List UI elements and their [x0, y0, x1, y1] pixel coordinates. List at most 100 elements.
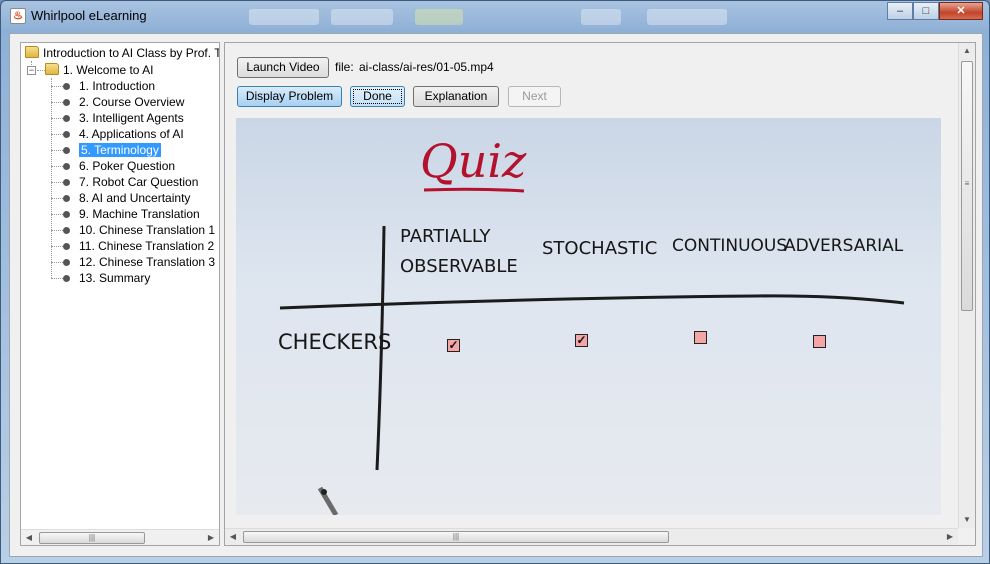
tree-item[interactable]: 11. Chinese Translation 2 — [63, 238, 214, 254]
lesson-content-panel: Launch Video file: ai-class/ai-res/01-05… — [224, 42, 976, 546]
tree-item[interactable]: 12. Chinese Translation 3 — [63, 254, 215, 270]
column-header-continuous: CONTINUOUS — [672, 236, 788, 256]
window-controls: – □ ✕ — [887, 2, 983, 20]
tree-root-node[interactable]: Introduction to AI Class by Prof. Thru — [25, 46, 220, 60]
lesson-tree: Introduction to AI Class by Prof. Thru −… — [20, 42, 220, 546]
leaf-bullet-icon — [63, 115, 70, 122]
leaf-bullet-icon — [63, 259, 70, 266]
tree-item[interactable]: 9. Machine Translation — [63, 206, 200, 222]
tree-connector — [51, 150, 63, 151]
close-button[interactable]: ✕ — [939, 2, 983, 20]
tree-connector — [51, 246, 63, 247]
tree-item[interactable]: 1. Introduction — [63, 78, 155, 94]
tree-connector — [51, 166, 63, 167]
launch-video-button[interactable]: Launch Video — [237, 57, 329, 78]
leaf-bullet-icon — [63, 195, 70, 202]
tree-item[interactable]: 10. Chinese Translation 1 — [63, 222, 215, 238]
scroll-up-arrow-icon[interactable]: ▲ — [959, 43, 975, 59]
whiteboard-drawing — [279, 187, 905, 515]
tree-item-label: 7. Robot Car Question — [79, 175, 199, 189]
tree-item-label: 11. Chinese Translation 2 — [79, 239, 215, 253]
scroll-right-arrow-icon[interactable]: ▶ — [942, 529, 958, 545]
scroll-left-arrow-icon[interactable]: ◀ — [21, 530, 37, 545]
window-title: Whirlpool eLearning — [31, 8, 147, 23]
content-vertical-scrollbar[interactable]: ▲ ≡ ▼ — [958, 43, 975, 528]
maximize-button[interactable]: □ — [913, 2, 939, 20]
tree-item[interactable]: 5. Terminology — [63, 142, 161, 158]
horizontal-scroll-thumb[interactable]: ||| — [243, 531, 669, 543]
tree-connector — [51, 262, 63, 263]
quiz-answer-checkbox[interactable]: ✓ — [575, 334, 588, 347]
tree-connector — [51, 86, 63, 87]
leaf-bullet-icon — [63, 99, 70, 106]
leaf-bullet-icon — [63, 83, 70, 90]
tree-item[interactable]: 4. Applications of AI — [63, 126, 184, 142]
tree-item-label: 5. Terminology — [79, 143, 161, 157]
scroll-down-arrow-icon[interactable]: ▼ — [959, 512, 975, 528]
blurred-taskbar-shape — [647, 9, 727, 25]
leaf-bullet-icon — [63, 227, 70, 234]
file-path: ai-class/ai-res/01-05.mp4 — [359, 60, 494, 74]
tree-connector — [51, 214, 63, 215]
tree-connector — [51, 78, 52, 278]
tree-item[interactable]: 7. Robot Car Question — [63, 174, 198, 190]
collapse-toggle-icon[interactable]: − — [27, 66, 36, 75]
video-frame[interactable]: Quiz PARTIALLY OBSERVABLE STOCHASTIC CON… — [236, 118, 941, 515]
tree-item-label: 1. Introduction — [79, 79, 156, 93]
blurred-taskbar-shape — [331, 9, 393, 25]
java-app-icon[interactable]: ♨ — [10, 8, 26, 24]
title-bar[interactable]: ♨ Whirlpool eLearning – □ ✕ — [1, 1, 989, 33]
tree-horizontal-scrollbar[interactable]: ◀ ||| ▶ — [21, 529, 219, 545]
tree-item-label: 8. AI and Uncertainty — [79, 191, 191, 205]
app-window: ♨ Whirlpool eLearning – □ ✕ Introduction… — [0, 0, 990, 564]
tree-connector — [51, 230, 63, 231]
checkmark-icon: ✓ — [576, 333, 587, 347]
tree-item-label: 4. Applications of AI — [79, 127, 184, 141]
tree-item-label: 2. Course Overview — [79, 95, 185, 109]
quiz-answer-checkbox[interactable] — [813, 335, 826, 348]
tree-chapter-node[interactable]: 1. Welcome to AI — [45, 62, 154, 78]
blurred-taskbar-shape — [249, 9, 319, 25]
tree-item-label: 6. Poker Question — [79, 159, 176, 173]
content-horizontal-scrollbar[interactable]: ◀ ||| ▶ — [225, 528, 958, 545]
tree-item[interactable]: 2. Course Overview — [63, 94, 184, 110]
quiz-answer-checkbox[interactable] — [694, 331, 707, 344]
tree-chapter-label: 1. Welcome to AI — [63, 63, 154, 77]
leaf-bullet-icon — [63, 147, 70, 154]
leaf-bullet-icon — [63, 243, 70, 250]
folder-icon — [25, 46, 39, 58]
scroll-right-arrow-icon[interactable]: ▶ — [203, 530, 219, 545]
minimize-button[interactable]: – — [887, 2, 913, 20]
next-button[interactable]: Next — [508, 86, 561, 107]
quiz-answer-checkbox[interactable]: ✓ — [447, 339, 460, 352]
display-problem-button[interactable]: Display Problem — [237, 86, 342, 107]
client-area: Introduction to AI Class by Prof. Thru −… — [9, 33, 983, 557]
done-button[interactable]: Done — [350, 86, 405, 107]
blurred-taskbar-shape — [581, 9, 621, 25]
tree-item[interactable]: 8. AI and Uncertainty — [63, 190, 190, 206]
tree-item[interactable]: 13. Summary — [63, 270, 150, 286]
tree-root-label: Introduction to AI Class by Prof. Thru — [43, 46, 220, 60]
open-folder-icon — [45, 63, 59, 75]
vertical-scroll-thumb[interactable]: ≡ — [961, 61, 973, 311]
tree-item-label: 12. Chinese Translation 3 — [79, 255, 216, 269]
leaf-bullet-icon — [63, 179, 70, 186]
tree-connector — [51, 102, 63, 103]
tree-item[interactable]: 6. Poker Question — [63, 158, 175, 174]
tree-item[interactable]: 3. Intelligent Agents — [63, 110, 184, 126]
tree-connector — [37, 70, 45, 71]
tree-connector — [51, 134, 63, 135]
leaf-bullet-icon — [63, 211, 70, 218]
scroll-left-arrow-icon[interactable]: ◀ — [225, 529, 241, 545]
row-label-checkers: CHECKERS — [278, 330, 392, 354]
leaf-bullet-icon — [63, 163, 70, 170]
title-underline — [423, 187, 525, 193]
scroll-thumb[interactable]: ||| — [39, 532, 145, 544]
tree-connector — [51, 118, 63, 119]
quiz-title: Quiz — [420, 134, 527, 188]
column-header-adversarial: ADVERSARIAL — [784, 236, 904, 256]
leaf-bullet-icon — [63, 275, 70, 282]
tree-item-label: 9. Machine Translation — [79, 207, 200, 221]
explanation-button[interactable]: Explanation — [413, 86, 499, 107]
tree-item-label: 13. Summary — [79, 271, 151, 285]
